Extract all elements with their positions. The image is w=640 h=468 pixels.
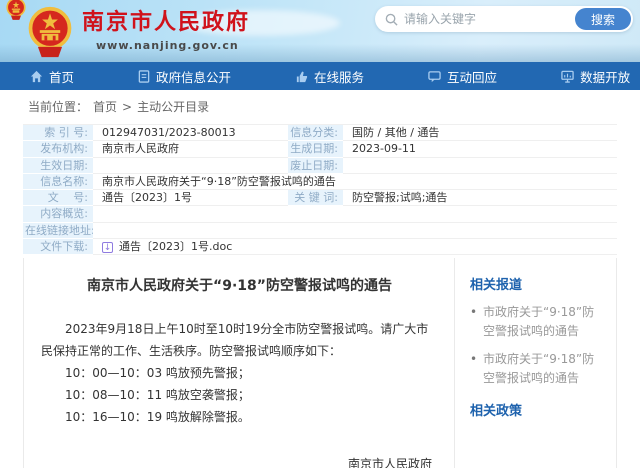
- nav-item-online-services[interactable]: 在线服务: [295, 67, 364, 86]
- meta-value-issuer: 南京市人民政府: [93, 141, 288, 157]
- meta-label-category: 信息分类:: [288, 125, 343, 141]
- nav-label: 政府信息公开: [156, 67, 231, 86]
- related-report-item[interactable]: 市政府关于“9·18”防空警报试鸣的通告: [470, 350, 604, 388]
- meta-label-issuer: 发布机构:: [23, 141, 93, 157]
- article-paragraph: 2023年9月18日上午10时至10时19分全市防空警报试鸣。请广大市民保持正常…: [41, 318, 438, 362]
- chat-icon: [428, 70, 441, 83]
- article-body: 2023年9月18日上午10时至10时19分全市防空警报试鸣。请广大市民保持正常…: [41, 318, 438, 428]
- meta-value-info-name: 南京市人民政府关于“9·18”防空警报试鸣的通告: [93, 174, 617, 190]
- related-reports-list: 市政府关于“9·18”防空警报试鸣的通告 市政府关于“9·18”防空警报试鸣的通…: [470, 303, 604, 388]
- search-button[interactable]: 搜索: [575, 8, 631, 30]
- meta-label-index-number: 索 引 号:: [23, 125, 93, 141]
- meta-value-summary: [93, 206, 617, 222]
- site-logo[interactable]: 南京市人民政府 www.nanjing.gov.cn: [27, 6, 250, 58]
- meta-value-doc-number: 通告〔2023〕1号: [93, 190, 288, 206]
- document-meta-table: 索 引 号: 012947031/2023-80013 信息分类: 国防 / 其…: [23, 124, 617, 255]
- main-navigation: 首页 政府信息公开 在线服务 互动回应 数据开放: [0, 62, 640, 90]
- meta-label-info-name: 信息名称:: [23, 174, 93, 190]
- corner-national-emblem-icon: [6, 0, 26, 22]
- nav-label: 数据开放: [580, 67, 630, 86]
- schedule-line: 10：08—10：11 鸣放空袭警报；: [41, 384, 438, 406]
- meta-value-keywords: 防空警报;试鸣;通告: [343, 190, 617, 206]
- content-panel: 南京市人民政府关于“9·18”防空警报试鸣的通告 2023年9月18日上午10时…: [23, 258, 617, 468]
- nav-item-interaction[interactable]: 互动回应: [428, 67, 497, 86]
- breadcrumb-prefix: 当前位置：: [28, 98, 88, 115]
- home-icon: [30, 70, 43, 83]
- meta-label-summary: 内容概览:: [23, 206, 93, 222]
- site-url: www.nanjing.gov.cn: [82, 39, 250, 52]
- search-icon: [385, 13, 398, 26]
- breadcrumb-current[interactable]: 主动公开目录: [137, 98, 209, 115]
- meta-label-file-download: 文件下载:: [23, 239, 93, 255]
- related-policy-heading: 相关政策: [470, 400, 604, 419]
- meta-value-created-date: 2023-09-11: [343, 141, 617, 157]
- site-title: 南京市人民政府: [82, 10, 250, 36]
- download-icon: ↓: [102, 242, 113, 253]
- meta-label-online-link: 在线链接地址:: [23, 223, 93, 239]
- signature-issuer: 南京市人民政府: [41, 454, 432, 468]
- meta-value-online-link: [93, 223, 617, 239]
- related-reports-heading: 相关报道: [470, 274, 604, 293]
- national-emblem-icon: [27, 6, 73, 58]
- thumbs-up-icon: [295, 70, 308, 83]
- article-title: 南京市人民政府关于“9·18”防空警报试鸣的通告: [41, 276, 438, 296]
- meta-value-category: 国防 / 其他 / 通告: [343, 125, 617, 141]
- meta-label-doc-number: 文 号:: [23, 190, 93, 206]
- search-bar: 搜索: [375, 6, 633, 32]
- article-signature: 南京市人民政府 2023年9月11日: [41, 454, 438, 468]
- meta-value-repeal-date: [343, 158, 617, 174]
- document-icon: [138, 70, 150, 83]
- file-download-name: 通告〔2023〕1号.doc: [119, 239, 232, 255]
- breadcrumb-home[interactable]: 首页: [93, 98, 117, 115]
- nav-item-home[interactable]: 首页: [30, 67, 74, 86]
- breadcrumb-separator: >: [122, 100, 132, 114]
- search-input[interactable]: [398, 12, 575, 26]
- meta-label-effective-date: 生效日期:: [23, 158, 93, 174]
- nav-label: 互动回应: [447, 67, 497, 86]
- schedule-line: 10：00—10：03 鸣放预先警报；: [41, 362, 438, 384]
- meta-value-index-number: 012947031/2023-80013: [93, 125, 288, 141]
- schedule-line: 10：16—10：19 鸣放解除警报。: [41, 406, 438, 428]
- monitor-icon: [561, 70, 574, 83]
- meta-label-created-date: 生成日期:: [288, 141, 343, 157]
- nav-label: 首页: [49, 67, 74, 86]
- meta-value-effective-date: [93, 158, 288, 174]
- related-report-item[interactable]: 市政府关于“9·18”防空警报试鸣的通告: [470, 303, 604, 341]
- meta-label-repeal-date: 废止日期:: [288, 158, 343, 174]
- breadcrumb: 当前位置： 首页 > 主动公开目录: [0, 90, 640, 123]
- meta-value-file-download: ↓ 通告〔2023〕1号.doc: [93, 239, 617, 255]
- meta-label-keywords: 关 键 词:: [288, 190, 343, 206]
- site-header: 南京市人民政府 www.nanjing.gov.cn 搜索: [0, 0, 640, 62]
- related-sidebar: 相关报道 市政府关于“9·18”防空警报试鸣的通告 市政府关于“9·18”防空警…: [455, 258, 616, 468]
- file-download-link[interactable]: ↓ 通告〔2023〕1号.doc: [102, 239, 617, 255]
- nav-label: 在线服务: [314, 67, 364, 86]
- article: 南京市人民政府关于“9·18”防空警报试鸣的通告 2023年9月18日上午10时…: [24, 258, 455, 468]
- nav-item-gov-info[interactable]: 政府信息公开: [138, 67, 231, 86]
- nav-item-open-data[interactable]: 数据开放: [561, 67, 630, 86]
